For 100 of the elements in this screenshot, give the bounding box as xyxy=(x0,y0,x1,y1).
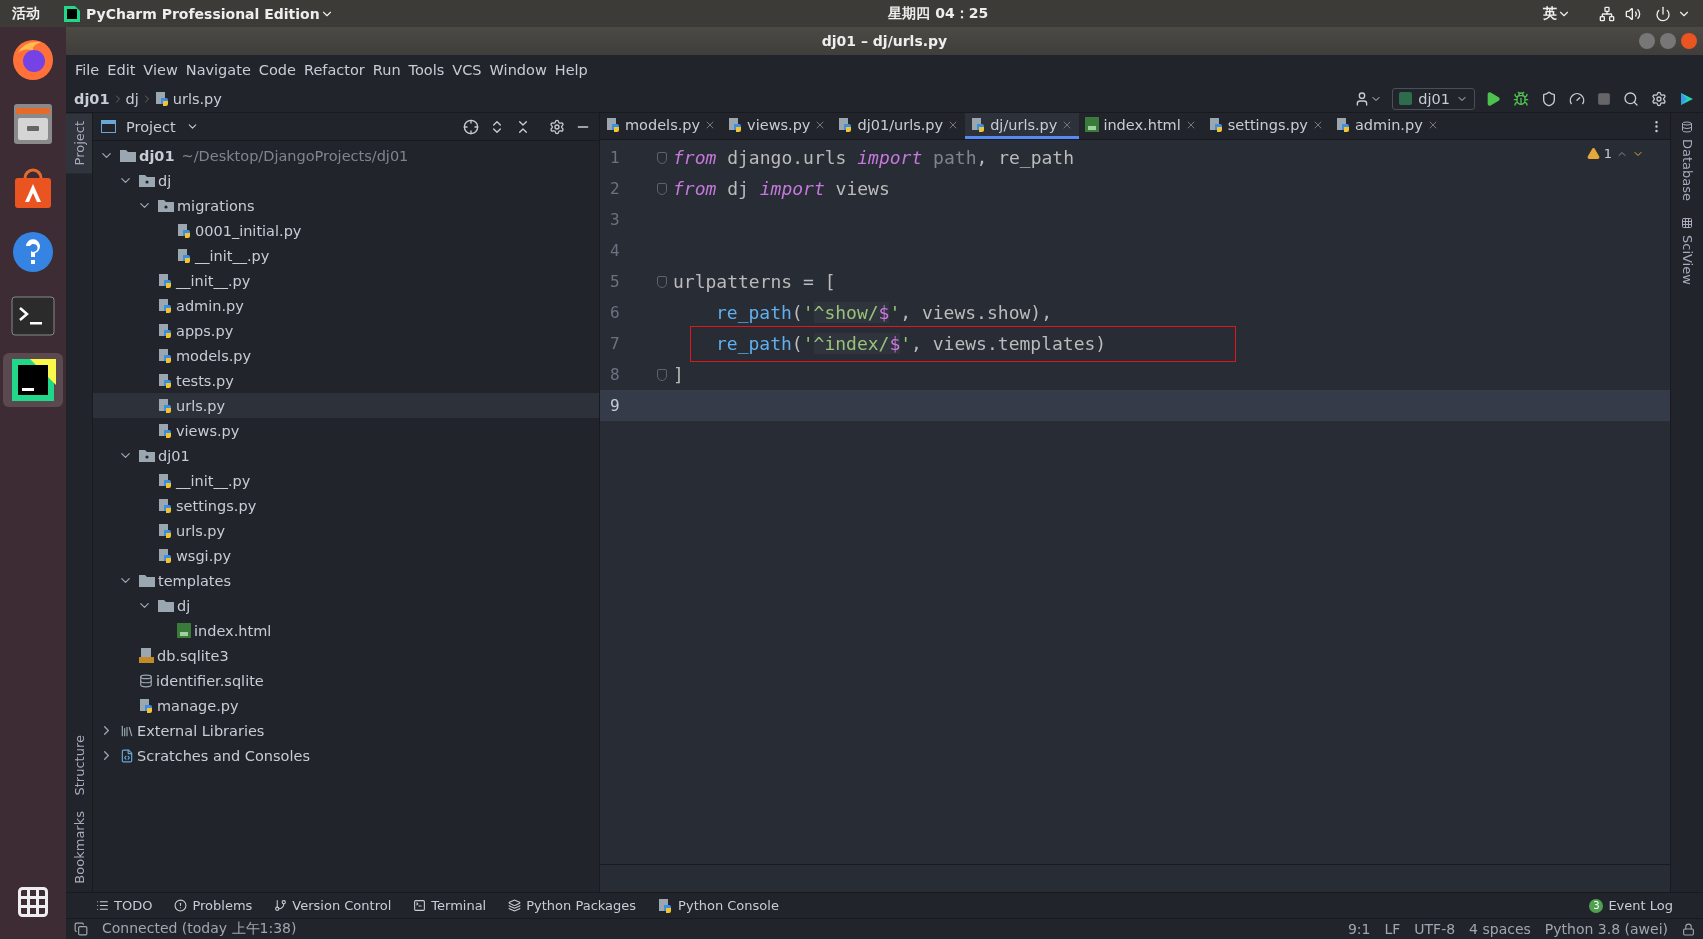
tool-window-tab[interactable]: SciView xyxy=(1671,209,1703,293)
status-item[interactable]: 4 spaces xyxy=(1469,921,1531,937)
file-cabinet-icon[interactable] xyxy=(12,102,54,146)
tree-item[interactable]: db.sqlite3 xyxy=(93,643,599,668)
app-grid-icon[interactable] xyxy=(15,884,51,920)
event-log-button[interactable]: 3 Event Log xyxy=(1589,898,1673,913)
html-file-icon xyxy=(1085,117,1100,132)
status-item[interactable]: UTF-8 xyxy=(1414,921,1456,937)
package-folder-icon xyxy=(158,199,174,212)
tree-item[interactable]: urls.py xyxy=(93,393,599,418)
status-item[interactable]: Python 3.8 (awei) xyxy=(1544,921,1668,937)
stop-icon[interactable] xyxy=(1597,91,1611,106)
run-configuration[interactable]: dj01 xyxy=(1392,87,1475,110)
tool-window-button[interactable]: Problems xyxy=(174,898,253,913)
tree-item[interactable]: dj01 ~/Desktop/DjangoProjects/dj01 xyxy=(93,143,599,168)
breadcrumb-item[interactable]: urls.py xyxy=(154,90,222,107)
menu-item[interactable]: Help xyxy=(551,62,591,78)
firefox-icon[interactable] xyxy=(11,38,55,82)
tree-item[interactable]: dj xyxy=(93,168,599,193)
tree-item[interactable]: views.py xyxy=(93,418,599,443)
tree-item[interactable]: dj01 xyxy=(93,443,599,468)
tool-window-button[interactable]: Python Console xyxy=(658,897,779,914)
tree-item[interactable]: __init__.py xyxy=(93,243,599,268)
power-icon[interactable] xyxy=(1655,5,1671,22)
tree-item[interactable]: dj xyxy=(93,593,599,618)
coverage-icon[interactable] xyxy=(1541,90,1557,107)
tree-item[interactable]: Scratches and Consoles xyxy=(93,743,599,768)
plugin-logo-icon[interactable] xyxy=(1679,90,1695,107)
editor-tab[interactable]: admin.py xyxy=(1329,113,1445,139)
tool-window-button[interactable]: Python Packages xyxy=(508,898,637,913)
editor-tab[interactable]: dj01/urls.py xyxy=(832,113,966,139)
tree-item[interactable]: admin.py xyxy=(93,293,599,318)
tool-window-tab[interactable]: Project xyxy=(66,113,92,174)
panel-title[interactable]: Project xyxy=(126,118,176,135)
tool-window-button[interactable]: TODO xyxy=(96,898,153,913)
editor-tab[interactable]: dj/urls.py xyxy=(965,113,1080,139)
search-icon[interactable] xyxy=(1623,90,1639,107)
menu-item[interactable]: Code xyxy=(255,62,299,78)
debug-icon[interactable] xyxy=(1513,90,1529,107)
menu-item[interactable]: Refactor xyxy=(300,62,368,78)
profile-icon[interactable] xyxy=(1569,90,1585,107)
menu-item[interactable]: Run xyxy=(369,62,404,78)
python-file-icon xyxy=(606,116,621,133)
dock-item[interactable] xyxy=(3,353,63,407)
tree-item[interactable]: 0001_initial.py xyxy=(93,218,599,243)
menu-item[interactable]: Edit xyxy=(104,62,139,78)
editor-tab[interactable]: index.html xyxy=(1079,113,1203,139)
help-icon[interactable] xyxy=(11,230,55,274)
run-icon[interactable] xyxy=(1485,90,1501,107)
pycharm-icon[interactable] xyxy=(10,357,56,403)
tree-item[interactable]: wsgi.py xyxy=(93,543,599,568)
tree-item[interactable]: settings.py xyxy=(93,493,599,518)
menu-item[interactable]: VCS xyxy=(449,62,485,78)
app-menu[interactable]: PyCharm Professional Edition xyxy=(86,5,320,22)
network-icon[interactable] xyxy=(1599,5,1615,22)
menu-item[interactable]: Tools xyxy=(405,62,448,78)
tree-item[interactable]: identifier.sqlite xyxy=(93,668,599,693)
menu-item[interactable]: Window xyxy=(486,62,550,78)
tool-window-button[interactable]: Terminal xyxy=(413,898,487,913)
clock[interactable]: 星期四 04：25 xyxy=(888,4,989,23)
lock-icon[interactable] xyxy=(1682,922,1695,936)
terminal-icon[interactable] xyxy=(11,296,55,336)
locate-icon[interactable] xyxy=(463,118,479,135)
tree-item[interactable]: index.html xyxy=(93,618,599,643)
breadcrumb-item[interactable]: dj01 xyxy=(74,90,110,107)
status-item[interactable]: 9:1 xyxy=(1347,921,1371,937)
settings-icon[interactable] xyxy=(549,118,565,135)
tree-item[interactable]: __init__.py xyxy=(93,468,599,493)
editor-tab[interactable]: models.py xyxy=(600,113,723,139)
tree-item[interactable]: urls.py xyxy=(93,518,599,543)
line-number: 8 xyxy=(609,365,621,384)
status-item[interactable]: LF xyxy=(1384,921,1401,937)
settings-icon[interactable] xyxy=(1651,90,1667,107)
breadcrumb-item[interactable]: dj xyxy=(125,90,139,107)
tree-item[interactable]: __init__.py xyxy=(93,268,599,293)
shopping-bag-icon[interactable] xyxy=(12,166,54,210)
tree-item[interactable]: manage.py xyxy=(93,693,599,718)
python-file-icon xyxy=(158,397,173,414)
tool-window-tab[interactable]: Bookmarks xyxy=(66,803,92,892)
close-button[interactable] xyxy=(1681,33,1697,49)
tool-window-tab[interactable]: Structure xyxy=(66,726,92,804)
warning-count[interactable]: 1 xyxy=(1603,146,1612,161)
tree-item[interactable]: External Libraries xyxy=(93,718,599,743)
line-number: 5 xyxy=(609,272,621,291)
tree-item[interactable]: models.py xyxy=(93,343,599,368)
activities-button[interactable]: 活动 xyxy=(12,4,40,23)
editor-tab[interactable]: views.py xyxy=(722,113,833,139)
editor-tab[interactable]: settings.py xyxy=(1202,113,1330,139)
menu-item[interactable]: Navigate xyxy=(182,62,254,78)
input-method[interactable]: 英 xyxy=(1543,4,1557,23)
volume-icon[interactable] xyxy=(1625,5,1641,22)
menu-item[interactable]: File xyxy=(72,62,103,78)
layout-icon[interactable] xyxy=(74,922,88,936)
tool-window-button[interactable]: Version Control xyxy=(274,898,392,913)
tree-item[interactable]: tests.py xyxy=(93,368,599,393)
tool-window-tab[interactable]: Database xyxy=(1671,113,1703,210)
tree-item[interactable]: templates xyxy=(93,568,599,593)
tree-item[interactable]: apps.py xyxy=(93,318,599,343)
tree-item[interactable]: migrations xyxy=(93,193,599,218)
menu-item[interactable]: View xyxy=(140,62,181,78)
